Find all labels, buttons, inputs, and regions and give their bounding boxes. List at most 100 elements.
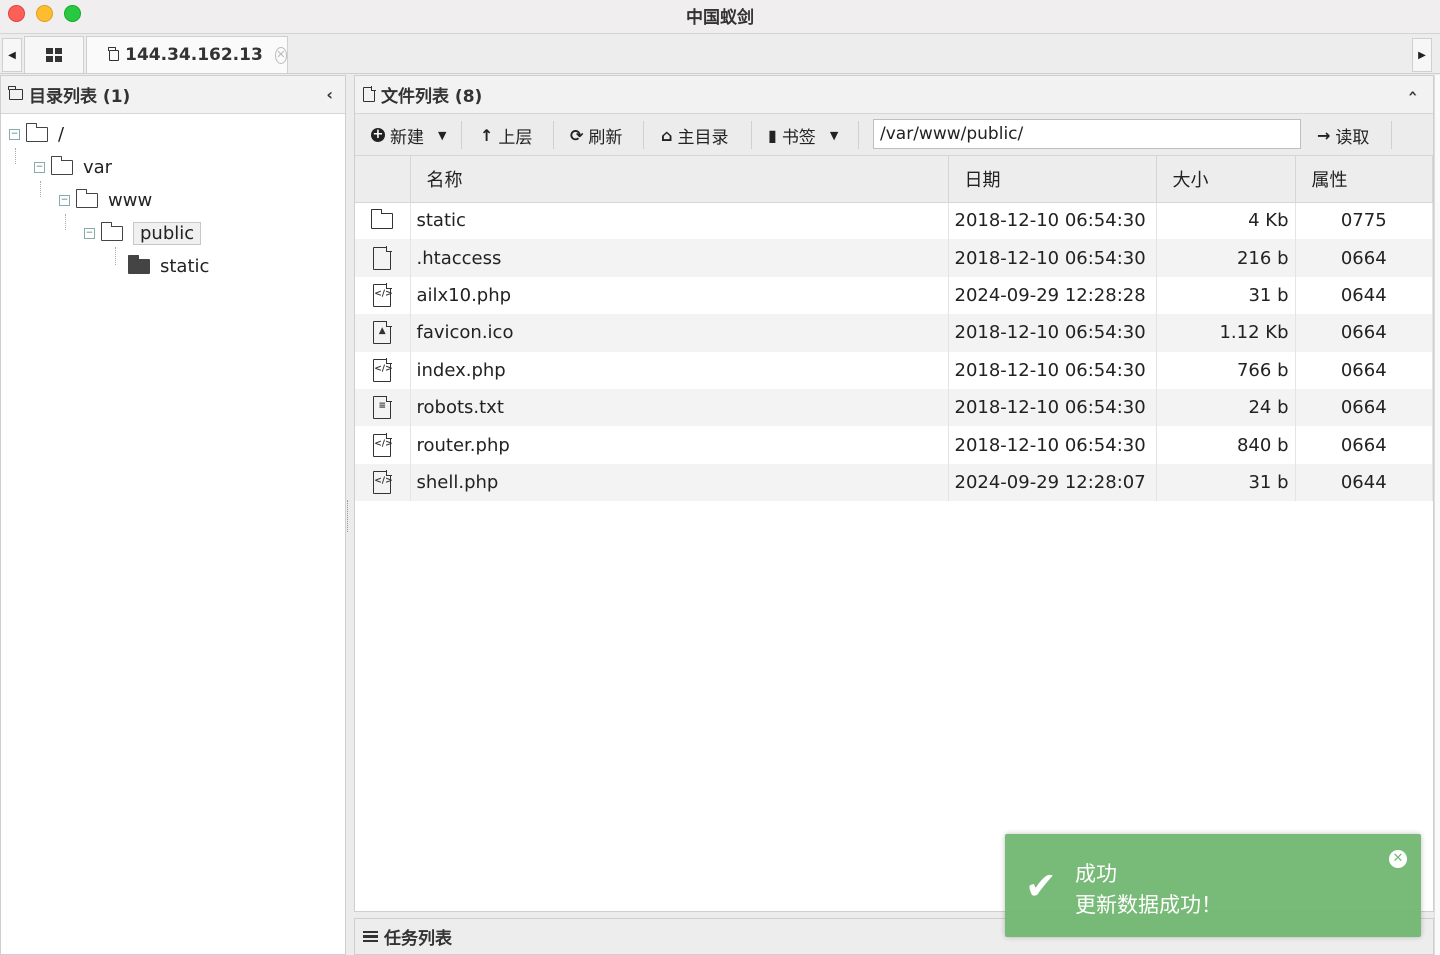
home-dir-button[interactable]: ⌂ 主目录 xyxy=(661,114,728,156)
bookmark-label: 书签 xyxy=(781,127,816,148)
file-name: ailx10.php xyxy=(410,276,949,315)
right-edge-scrollbar[interactable] xyxy=(1434,75,1440,955)
file-size: 766 b xyxy=(1156,351,1296,389)
file-size: 4 Kb xyxy=(1156,202,1296,240)
directory-panel-title: 目录列表 (1) xyxy=(29,87,131,107)
file-icon xyxy=(373,245,392,270)
file-name: index.php xyxy=(410,351,949,389)
file-name: static xyxy=(410,202,949,240)
up-level-label: 上层 xyxy=(498,127,533,148)
tree-node-label: var xyxy=(83,156,113,178)
refresh-button[interactable]: ⟳ 刷新 xyxy=(570,114,622,156)
success-toast: ✔ 成功 更新数据成功！ ✕ xyxy=(1005,834,1421,937)
folder-icon xyxy=(75,188,98,208)
tab-server[interactable]: 144.34.162.13 ✕ xyxy=(86,36,288,73)
file-name: router.php xyxy=(410,426,949,464)
text-file-icon: ≡ xyxy=(373,395,392,420)
tree-toggle[interactable]: − xyxy=(9,128,20,140)
read-path-label: 读取 xyxy=(1335,127,1370,148)
file-name: .htaccess xyxy=(410,239,949,277)
table-row[interactable]: </> index.php 2018-12-10 06:54:30 766 b … xyxy=(355,351,1433,389)
table-row[interactable]: ▲ favicon.ico 2018-12-10 06:54:30 1.12 K… xyxy=(355,314,1433,352)
tree-node-label: / xyxy=(58,123,65,145)
tree-node-www[interactable]: − www xyxy=(59,187,152,213)
column-header-date[interactable]: 日期 xyxy=(948,156,1157,203)
folder-icon xyxy=(25,122,48,142)
table-row[interactable]: </> router.php 2018-12-10 06:54:30 840 b… xyxy=(355,426,1433,464)
tab-bar: ◀ 144.34.162.13 ✕ ▶ xyxy=(0,36,1440,74)
file-attr: 0664 xyxy=(1295,426,1433,464)
table-row[interactable]: ≡ robots.txt 2018-12-10 06:54:30 24 b 06… xyxy=(355,388,1433,427)
file-attr: 0664 xyxy=(1295,314,1433,352)
table-row[interactable]: </> shell.php 2024-09-29 12:28:07 31 b 0… xyxy=(355,463,1433,502)
bookmark-icon: ▮ xyxy=(768,125,777,145)
plus-circle-icon: + xyxy=(371,127,385,142)
table-row[interactable]: static 2018-12-10 06:54:30 4 Kb 0775 xyxy=(355,202,1433,240)
column-header-name[interactable]: 名称 xyxy=(410,156,949,203)
file-attr: 0644 xyxy=(1295,463,1433,502)
file-attr: 0775 xyxy=(1295,202,1433,240)
file-size: 1.12 Kb xyxy=(1156,314,1296,352)
tree-node-var[interactable]: − var xyxy=(34,154,112,180)
folder-icon xyxy=(370,209,394,230)
tab-scroll-left-button[interactable]: ◀ xyxy=(2,38,22,72)
home-dir-label: 主目录 xyxy=(677,127,729,148)
file-attr: 0644 xyxy=(1295,276,1433,315)
arrow-right-icon: → xyxy=(1317,125,1331,145)
close-tab-icon[interactable]: ✕ xyxy=(274,46,287,64)
window-titlebar: 中国蚁剑 xyxy=(0,0,1440,34)
file-name: favicon.ico xyxy=(410,314,949,352)
task-panel-title: 任务列表 xyxy=(384,929,452,949)
code-file-icon: </> xyxy=(373,470,393,494)
collapse-panel-icon[interactable]: ‹ xyxy=(326,85,333,104)
arrow-up-icon: ↑ xyxy=(480,125,494,145)
directory-tree: − / − var − www − public static xyxy=(1,114,345,314)
file-size: 31 b xyxy=(1156,276,1296,315)
toast-message: 更新数据成功！ xyxy=(1075,893,1222,917)
read-path-button[interactable]: → 读取 xyxy=(1317,114,1369,156)
code-file-icon: </> xyxy=(373,358,393,382)
tree-toggle[interactable]: − xyxy=(59,194,70,206)
tree-node-public[interactable]: − public xyxy=(84,220,202,246)
caret-down-icon: ▼ xyxy=(438,128,447,142)
tree-node-label: public xyxy=(133,221,202,245)
file-name: shell.php xyxy=(410,463,949,502)
tab-scroll-right-button[interactable]: ▶ xyxy=(1412,38,1432,72)
caret-right-icon: ▶ xyxy=(1418,49,1426,61)
column-header-icon xyxy=(355,156,411,203)
directory-panel-header: 目录列表 (1) ‹ xyxy=(1,76,345,114)
tree-toggle[interactable]: − xyxy=(84,227,95,239)
file-date: 2018-12-10 06:54:30 xyxy=(948,239,1157,277)
tree-node-static[interactable]: static xyxy=(127,253,209,279)
tab-home[interactable] xyxy=(24,36,84,73)
table-row[interactable]: .htaccess 2018-12-10 06:54:30 216 b 0664 xyxy=(355,239,1433,277)
close-toast-icon[interactable]: ✕ xyxy=(1389,850,1407,868)
table-row[interactable]: </> ailx10.php 2024-09-29 12:28:28 31 b … xyxy=(355,276,1433,315)
new-button-label: 新建 xyxy=(390,127,424,148)
list-icon xyxy=(363,930,378,943)
column-header-attr[interactable]: 属性 xyxy=(1295,156,1433,203)
file-attr: 0664 xyxy=(1295,388,1433,427)
collapse-panel-icon[interactable]: ‹ xyxy=(1404,90,1423,97)
file-date: 2018-12-10 06:54:30 xyxy=(948,388,1157,427)
caret-left-icon: ◀ xyxy=(8,49,16,61)
tree-node-root[interactable]: − / xyxy=(9,121,64,147)
code-file-icon: </> xyxy=(373,432,393,457)
bookmark-button[interactable]: ▮ 书签 ▼ xyxy=(768,114,838,156)
tree-toggle[interactable]: − xyxy=(34,161,45,173)
path-input[interactable] xyxy=(873,119,1301,149)
up-level-button[interactable]: ↑ 上层 xyxy=(480,114,532,156)
file-size: 31 b xyxy=(1156,463,1296,502)
file-table: 名称 日期 大小 属性 static 2018-12-10 06:54:30 4… xyxy=(355,156,1433,502)
column-header-size[interactable]: 大小 xyxy=(1156,156,1296,203)
folder-icon xyxy=(50,155,73,175)
panel-splitter[interactable] xyxy=(347,500,351,532)
directory-panel: 目录列表 (1) ‹ − / − var − www − public stat… xyxy=(0,75,346,955)
folder-icon xyxy=(108,46,120,61)
grid-icon xyxy=(46,48,62,62)
new-button[interactable]: + 新建 ▼ xyxy=(371,114,446,156)
folder-icon xyxy=(8,86,23,100)
check-icon: ✔ xyxy=(1025,864,1057,908)
tab-server-label: 144.34.162.13 xyxy=(125,45,263,65)
file-size: 24 b xyxy=(1156,388,1296,427)
